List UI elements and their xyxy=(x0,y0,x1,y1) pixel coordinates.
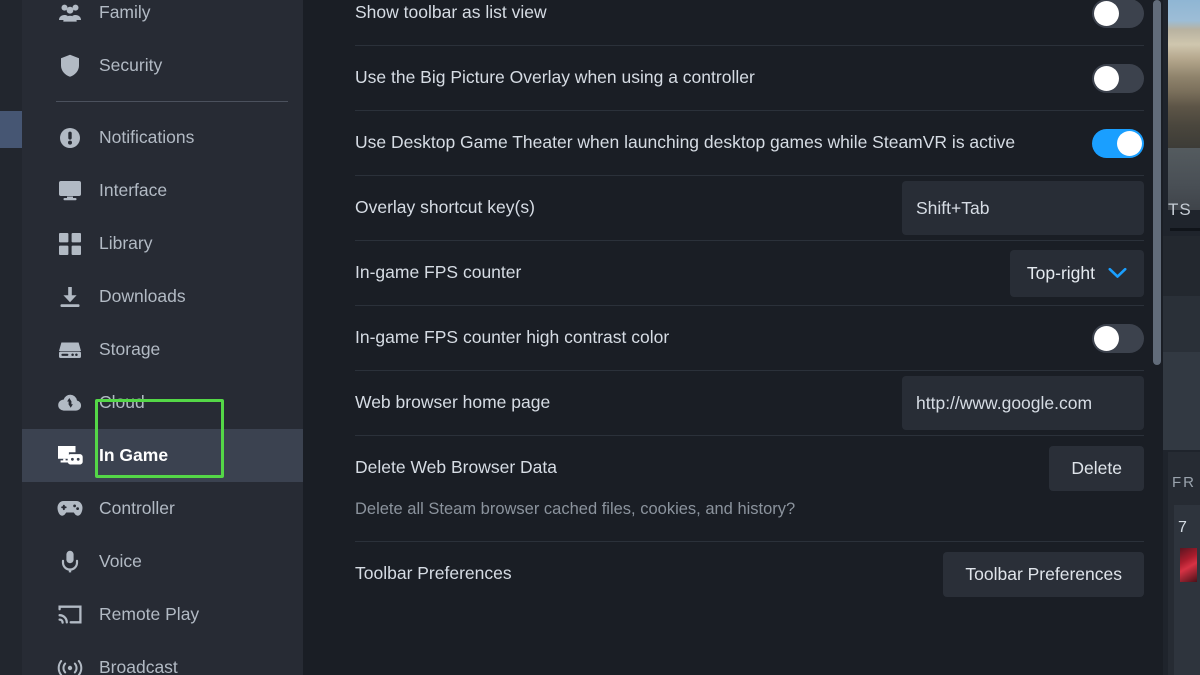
microphone-icon xyxy=(57,550,83,574)
button-delete[interactable]: Delete xyxy=(1049,445,1144,491)
sidebar-item-downloads[interactable]: Downloads xyxy=(22,270,303,323)
sidebar-item-broadcast[interactable]: Broadcast xyxy=(22,641,303,675)
friends-online-count: 7 xyxy=(1178,519,1187,536)
sidebar-item-library[interactable]: Library xyxy=(22,217,303,270)
sidebar-item-label: Interface xyxy=(99,179,168,200)
toggle-knob xyxy=(1094,325,1119,351)
dropdown-in-game-fps-counter[interactable]: Top-right xyxy=(1009,249,1144,297)
setting-label: Show toolbar as list view xyxy=(355,2,547,23)
sidebar-item-voice[interactable]: Voice xyxy=(22,535,303,588)
background-panel-a xyxy=(1163,236,1200,296)
button-label: Delete xyxy=(1071,457,1122,478)
toggle-knob xyxy=(1094,65,1119,91)
setting-row-use-desktop-game-theater-when-launching-deskto: Use Desktop Game Theater when launching … xyxy=(303,111,1163,175)
game-hero-image xyxy=(1168,0,1200,148)
toggle-knob xyxy=(1094,0,1119,26)
setting-row-use-the-big-picture-overlay-when-using-a-contr: Use the Big Picture Overlay when using a… xyxy=(303,46,1163,110)
sidebar-item-label: Remote Play xyxy=(99,603,200,624)
sidebar-item-interface[interactable]: Interface xyxy=(22,164,303,217)
grid-icon xyxy=(57,232,83,256)
setting-row-toolbar-preferences: Toolbar Preferences Toolbar Preferences xyxy=(303,542,1163,606)
setting-label: Overlay shortcut key(s) xyxy=(355,197,535,218)
game-hero-underline xyxy=(1170,228,1200,231)
toggle-use-desktop-game-theater-when-launching-deskto[interactable] xyxy=(1092,128,1144,158)
sidebar-item-label: Controller xyxy=(99,497,175,518)
sidebar-item-label: Storage xyxy=(99,338,161,359)
button-label: Toolbar Preferences xyxy=(965,563,1122,584)
shield-icon xyxy=(57,54,83,78)
toggle-use-the-big-picture-overlay-when-using-a-contr[interactable] xyxy=(1092,63,1144,93)
family-icon xyxy=(57,1,83,25)
screen-root: TS FR 7 Family Security Notifications In… xyxy=(0,0,1200,675)
setting-row-web-browser-home-page: Web browser home page http://www.google.c… xyxy=(303,371,1163,435)
setting-row-show-toolbar-as-list-view: Show toolbar as list view xyxy=(303,0,1163,45)
background-panel-b xyxy=(1163,296,1200,352)
broadcast-icon xyxy=(57,656,83,675)
sidebar-item-security[interactable]: Security xyxy=(22,39,303,92)
sidebar-item-controller[interactable]: Controller xyxy=(22,482,303,535)
sidebar-item-label: Security xyxy=(99,54,163,75)
settings-content-panel: Show toolbar as list view Use the Big Pic… xyxy=(303,0,1163,675)
sidebar-item-in-game[interactable]: In Game xyxy=(22,429,303,482)
sidebar-item-notifications[interactable]: Notifications xyxy=(22,111,303,164)
gamepad-icon xyxy=(57,497,83,521)
setting-label: Web browser home page xyxy=(355,392,551,413)
setting-label: Toolbar Preferences xyxy=(355,563,512,584)
toggle-knob xyxy=(1117,130,1142,156)
settings-dialog: Family Security Notifications Interface … xyxy=(22,0,1163,675)
content-scrollbar-track[interactable] xyxy=(1151,0,1163,675)
sidebar-item-label: Notifications xyxy=(99,126,195,147)
sidebar-item-label: Voice xyxy=(99,550,142,571)
content-scrollbar-thumb[interactable] xyxy=(1153,0,1161,365)
settings-sidebar[interactable]: Family Security Notifications Interface … xyxy=(22,0,303,675)
sidebar-item-label: Cloud xyxy=(99,391,145,412)
setting-row-overlay-shortcut-key-s: Overlay shortcut key(s) Shift+Tab xyxy=(303,176,1163,240)
setting-label: Use the Big Picture Overlay when using a… xyxy=(355,67,755,88)
sidebar-divider xyxy=(56,101,288,102)
sidebar-item-label: Downloads xyxy=(99,285,186,306)
game-hero-title: TS xyxy=(1168,200,1192,219)
button-toolbar-preferences[interactable]: Toolbar Preferences xyxy=(943,551,1144,597)
cast-icon xyxy=(57,603,83,627)
settings-rows-list: Show toolbar as list view Use the Big Pic… xyxy=(303,0,1163,606)
setting-label: Use Desktop Game Theater when launching … xyxy=(355,132,1016,153)
setting-row-in-game-fps-counter: In-game FPS counter Top-right xyxy=(303,241,1163,305)
sidebar-item-label: Broadcast xyxy=(99,656,178,675)
sidebar-item-remote-play[interactable]: Remote Play xyxy=(22,588,303,641)
setting-label: In-game FPS counter xyxy=(355,262,522,283)
friend-avatar-thumbnail xyxy=(1180,548,1197,582)
storage-icon xyxy=(57,338,83,362)
sidebar-item-storage[interactable]: Storage xyxy=(22,323,303,376)
chevron-down-icon xyxy=(1108,267,1127,279)
input-value: http://www.google.com xyxy=(916,392,1093,413)
toggle-show-toolbar-as-list-view[interactable] xyxy=(1092,0,1144,28)
background-panel-c xyxy=(1163,352,1200,450)
sidebar-item-label: Library xyxy=(99,232,153,253)
notification-icon xyxy=(57,126,83,150)
background-left-strip xyxy=(0,0,22,675)
input-web-browser-home-page[interactable]: http://www.google.com xyxy=(902,376,1144,430)
toggle-in-game-fps-counter-high-contrast-color[interactable] xyxy=(1092,323,1144,353)
monitor-icon xyxy=(57,179,83,203)
friends-panel-title: FR xyxy=(1172,474,1196,491)
sidebar-item-family[interactable]: Family xyxy=(22,0,303,39)
in-game-icon xyxy=(57,444,83,468)
setting-row-in-game-fps-counter-high-contrast-color: In-game FPS counter high contrast color xyxy=(303,306,1163,370)
setting-label: In-game FPS counter high contrast color xyxy=(355,327,670,348)
input-value: Shift+Tab xyxy=(916,197,990,218)
sidebar-item-label: Family xyxy=(99,1,151,22)
background-left-highlight-chip xyxy=(0,111,22,148)
setting-label: Delete Web Browser Data xyxy=(355,457,557,478)
setting-note: Delete all Steam browser cached files, c… xyxy=(355,500,796,518)
sidebar-item-label: In Game xyxy=(99,444,169,465)
input-overlay-shortcut-key-s[interactable]: Shift+Tab xyxy=(902,181,1144,235)
dropdown-selected-value: Top-right xyxy=(1026,262,1095,283)
download-icon xyxy=(57,285,83,309)
setting-row-delete-web-browser-data: Delete Web Browser Data Delete xyxy=(303,436,1163,500)
sidebar-item-cloud[interactable]: Cloud xyxy=(22,376,303,429)
cloud-sync-icon xyxy=(57,391,83,415)
